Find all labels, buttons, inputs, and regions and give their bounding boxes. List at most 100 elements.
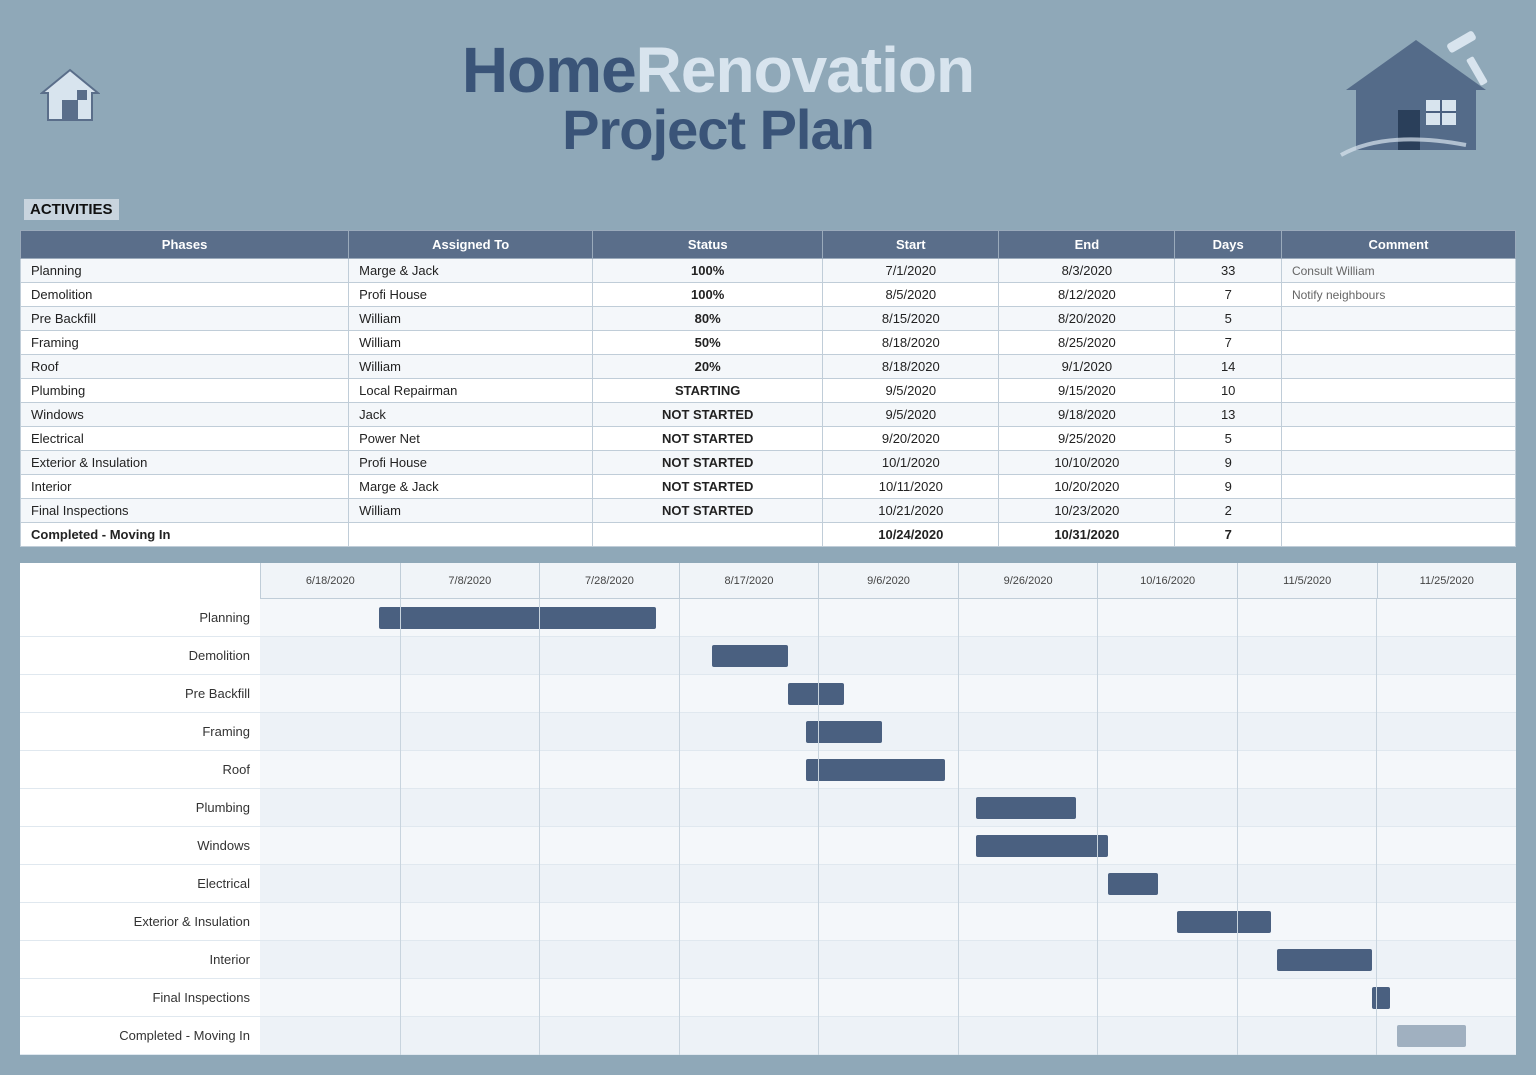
table-row: WindowsJackNOT STARTED9/5/20209/18/20201… xyxy=(21,403,1516,427)
gantt-date-label: 7/8/2020 xyxy=(400,563,540,598)
cell-end: 9/1/2020 xyxy=(999,355,1175,379)
gantt-chart-area: 6/18/20207/8/20207/28/20208/17/20209/6/2… xyxy=(260,563,1516,1055)
gantt-bar xyxy=(1397,1025,1466,1047)
gantt-date-label: 7/28/2020 xyxy=(539,563,679,598)
gantt-bar xyxy=(788,683,845,705)
cell-phase: Framing xyxy=(21,331,349,355)
gantt-label: Demolition xyxy=(20,637,260,675)
cell-days: 7 xyxy=(1175,331,1282,355)
cell-comment xyxy=(1281,427,1515,451)
gantt-label: Electrical xyxy=(20,865,260,903)
gantt-label: Pre Backfill xyxy=(20,675,260,713)
cell-days: 13 xyxy=(1175,403,1282,427)
gantt-row xyxy=(260,941,1516,979)
gantt-date-label: 6/18/2020 xyxy=(260,563,400,598)
col-phases: Phases xyxy=(21,231,349,259)
gantt-col-line xyxy=(818,599,819,1055)
title-block: HomeRenovation Project Plan xyxy=(462,38,974,158)
cell-phase: Interior xyxy=(21,475,349,499)
header: HomeRenovation Project Plan xyxy=(20,20,1516,175)
cell-assigned xyxy=(349,523,593,547)
cell-assigned: Power Net xyxy=(349,427,593,451)
gantt-col-line xyxy=(400,599,401,1055)
cell-status: 100% xyxy=(593,283,823,307)
cell-comment xyxy=(1281,307,1515,331)
cell-assigned: Local Repairman xyxy=(349,379,593,403)
table-row: Pre BackfillWilliam80%8/15/20208/20/2020… xyxy=(21,307,1516,331)
cell-end: 8/25/2020 xyxy=(999,331,1175,355)
cell-assigned: William xyxy=(349,355,593,379)
col-start: Start xyxy=(823,231,999,259)
gantt-rows xyxy=(260,599,1516,1055)
table-header-row: Phases Assigned To Status Start End Days… xyxy=(21,231,1516,259)
gantt-col-line xyxy=(1097,599,1098,1055)
cell-status: 100% xyxy=(593,259,823,283)
gantt-date-label: 11/25/2020 xyxy=(1377,563,1517,598)
house-icon-left xyxy=(40,65,100,130)
cell-assigned: Profi House xyxy=(349,451,593,475)
activities-section: ACTIVITIES xyxy=(20,199,1516,224)
cell-assigned: Jack xyxy=(349,403,593,427)
table-row: PlumbingLocal RepairmanSTARTING9/5/20209… xyxy=(21,379,1516,403)
gantt-label: Framing xyxy=(20,713,260,751)
cell-days: 7 xyxy=(1175,283,1282,307)
gantt-bar xyxy=(1177,911,1271,933)
cell-comment xyxy=(1281,403,1515,427)
cell-days: 2 xyxy=(1175,499,1282,523)
cell-status: 80% xyxy=(593,307,823,331)
cell-status: 20% xyxy=(593,355,823,379)
gantt-label: Roof xyxy=(20,751,260,789)
gantt-chart: PlanningDemolitionPre BackfillFramingRoo… xyxy=(20,563,1516,1055)
gantt-date-label: 10/16/2020 xyxy=(1097,563,1237,598)
gantt-label: Interior xyxy=(20,941,260,979)
cell-days: 14 xyxy=(1175,355,1282,379)
table-row: PlanningMarge & Jack100%7/1/20208/3/2020… xyxy=(21,259,1516,283)
gantt-col-line xyxy=(1376,599,1377,1055)
cell-start: 10/11/2020 xyxy=(823,475,999,499)
title-line1: HomeRenovation xyxy=(462,38,974,102)
cell-assigned: Profi House xyxy=(349,283,593,307)
cell-end: 10/31/2020 xyxy=(999,523,1175,547)
cell-end: 8/12/2020 xyxy=(999,283,1175,307)
gantt-container: PlanningDemolitionPre BackfillFramingRoo… xyxy=(20,563,1516,1055)
table-row: DemolitionProfi House100%8/5/20208/12/20… xyxy=(21,283,1516,307)
table-row: InteriorMarge & JackNOT STARTED10/11/202… xyxy=(21,475,1516,499)
cell-assigned: Marge & Jack xyxy=(349,475,593,499)
gantt-date-label: 11/5/2020 xyxy=(1237,563,1377,598)
cell-end: 10/20/2020 xyxy=(999,475,1175,499)
gantt-col-line xyxy=(1237,599,1238,1055)
col-assigned: Assigned To xyxy=(349,231,593,259)
cell-start: 9/5/2020 xyxy=(823,379,999,403)
cell-phase: Electrical xyxy=(21,427,349,451)
cell-end: 8/20/2020 xyxy=(999,307,1175,331)
gantt-label: Windows xyxy=(20,827,260,865)
cell-phase: Demolition xyxy=(21,283,349,307)
cell-end: 9/25/2020 xyxy=(999,427,1175,451)
cell-phase: Plumbing xyxy=(21,379,349,403)
cell-start: 9/5/2020 xyxy=(823,403,999,427)
cell-end: 10/10/2020 xyxy=(999,451,1175,475)
cell-assigned: Marge & Jack xyxy=(349,259,593,283)
cell-end: 8/3/2020 xyxy=(999,259,1175,283)
cell-comment: Consult William xyxy=(1281,259,1515,283)
cell-days: 9 xyxy=(1175,451,1282,475)
cell-days: 7 xyxy=(1175,523,1282,547)
gantt-row xyxy=(260,789,1516,827)
gantt-bar xyxy=(976,797,1076,819)
gantt-bar xyxy=(379,607,655,629)
cell-assigned: William xyxy=(349,499,593,523)
gantt-row xyxy=(260,979,1516,1017)
gantt-bar xyxy=(1108,873,1158,895)
cell-comment xyxy=(1281,475,1515,499)
gantt-row xyxy=(260,903,1516,941)
title-line2: Project Plan xyxy=(562,102,874,158)
cell-comment: Notify neighbours xyxy=(1281,283,1515,307)
gantt-labels: PlanningDemolitionPre BackfillFramingRoo… xyxy=(20,563,260,1055)
cell-start: 8/5/2020 xyxy=(823,283,999,307)
col-status: Status xyxy=(593,231,823,259)
gantt-row xyxy=(260,827,1516,865)
cell-phase: Windows xyxy=(21,403,349,427)
gantt-col-line xyxy=(539,599,540,1055)
cell-start: 10/21/2020 xyxy=(823,499,999,523)
cell-phase: Pre Backfill xyxy=(21,307,349,331)
